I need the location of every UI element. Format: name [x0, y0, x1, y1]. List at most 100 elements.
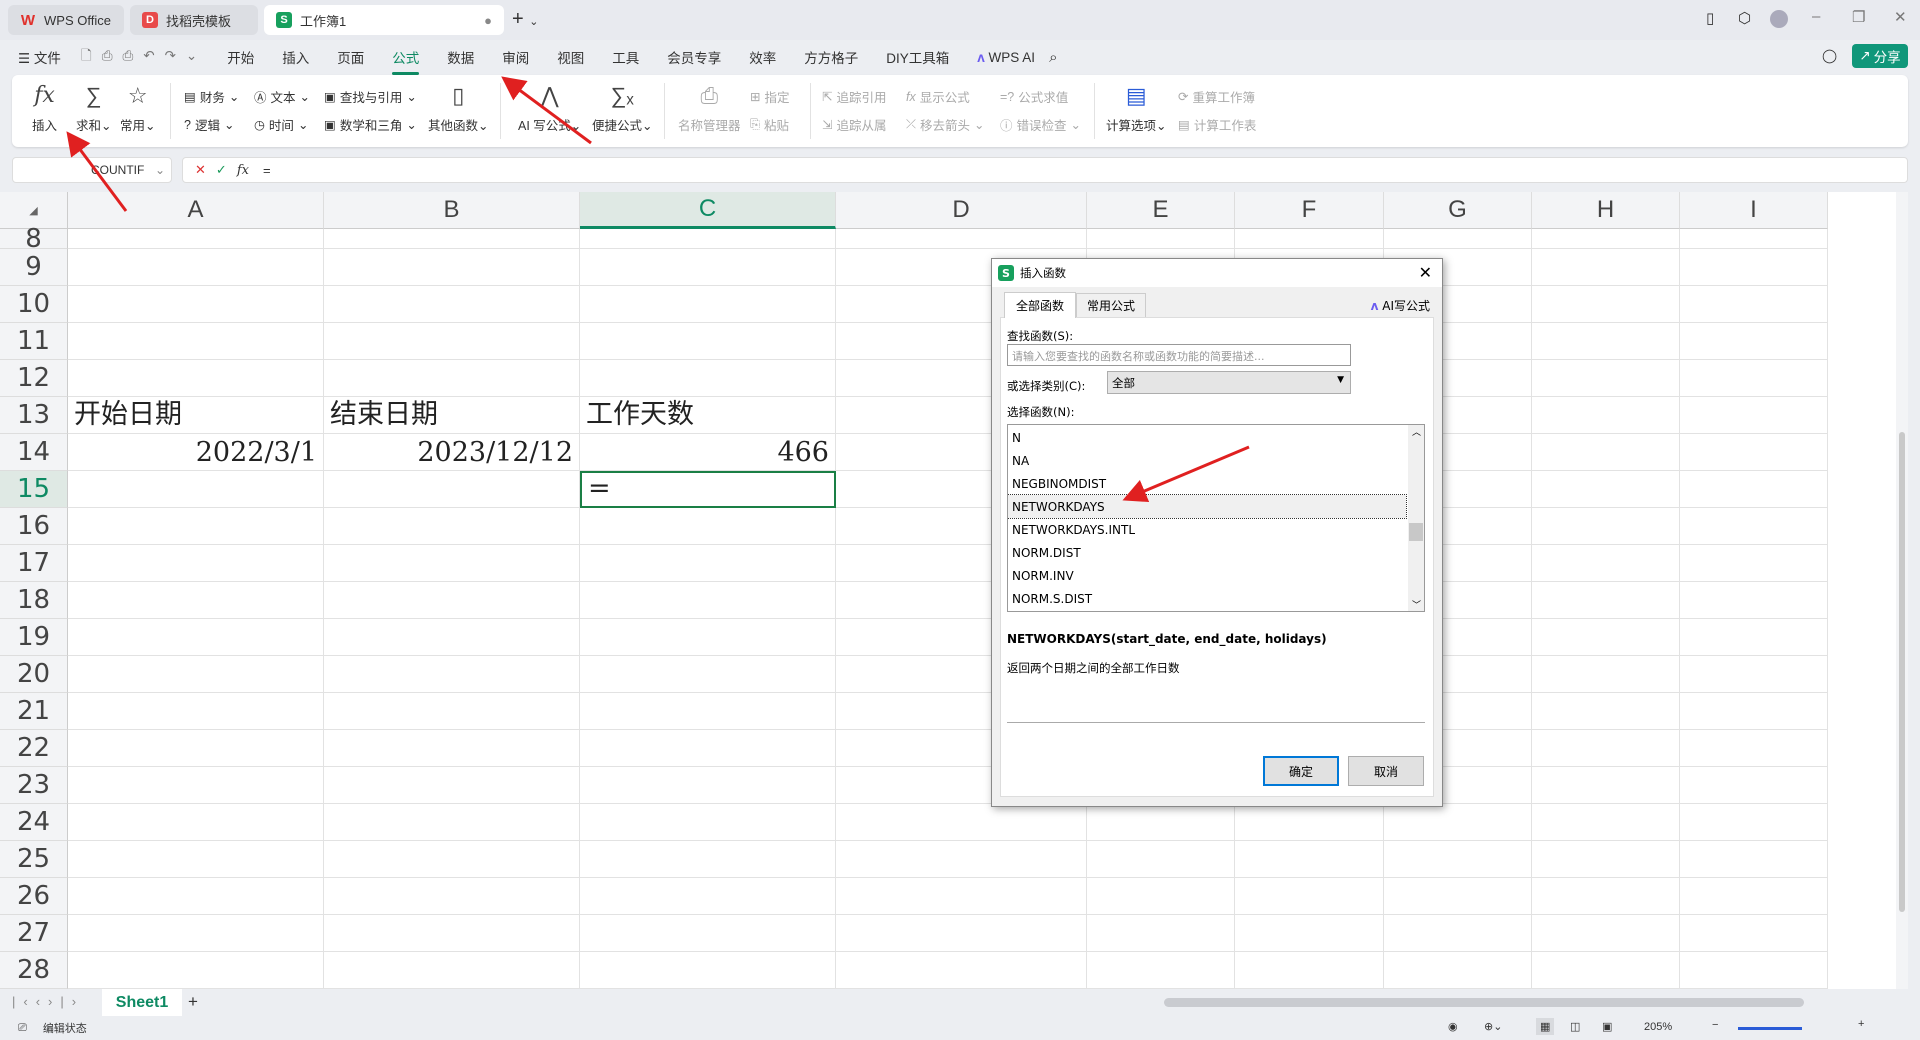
- cell-C21[interactable]: [580, 693, 836, 730]
- insert-function-button[interactable]: fx 插入: [32, 83, 57, 134]
- spreadsheet-grid[interactable]: ◢ A B C D E F G H I 8 9 10 11 12 13 开始日期 结束日期 工作天数 14 2022/…: [0, 192, 1908, 989]
- cell-B28[interactable]: [324, 952, 580, 989]
- chat-icon[interactable]: ◯: [1822, 48, 1837, 64]
- function-list-item[interactable]: NORM.DIST: [1008, 541, 1424, 564]
- cell-H13[interactable]: [1532, 397, 1680, 434]
- cell-I13[interactable]: [1680, 397, 1828, 434]
- row-header-25[interactable]: 25: [0, 841, 68, 878]
- cube-icon[interactable]: ⬡: [1738, 9, 1751, 27]
- cell-B22[interactable]: [324, 730, 580, 767]
- cell-C25[interactable]: [580, 841, 836, 878]
- cell-B24[interactable]: [324, 804, 580, 841]
- cell-I10[interactable]: [1680, 286, 1828, 323]
- cell-H20[interactable]: [1532, 656, 1680, 693]
- cancel-icon[interactable]: ✕: [195, 162, 206, 178]
- row-header-19[interactable]: 19: [0, 619, 68, 656]
- cell-C22[interactable]: [580, 730, 836, 767]
- cell-I26[interactable]: [1680, 878, 1828, 915]
- cell-A27[interactable]: [68, 915, 324, 952]
- cell-I8[interactable]: [1680, 229, 1828, 249]
- ok-button[interactable]: 确定: [1263, 756, 1339, 786]
- cell-I22[interactable]: [1680, 730, 1828, 767]
- column-header-B[interactable]: B: [324, 192, 580, 229]
- row-header-22[interactable]: 22: [0, 730, 68, 767]
- cell-C10[interactable]: [580, 286, 836, 323]
- paste-button[interactable]: ⎘ 粘贴: [750, 115, 789, 134]
- cell-F28[interactable]: [1235, 952, 1384, 989]
- cell-A16[interactable]: [68, 508, 324, 545]
- common-button[interactable]: ☆ 常用⌄: [120, 83, 156, 134]
- cell-I21[interactable]: [1680, 693, 1828, 730]
- menu-tools[interactable]: 工具: [598, 47, 653, 67]
- cell-H17[interactable]: [1532, 545, 1680, 582]
- row-header-24[interactable]: 24: [0, 804, 68, 841]
- cell-A22[interactable]: [68, 730, 324, 767]
- cell-I18[interactable]: [1680, 582, 1828, 619]
- calc-sheet-button[interactable]: ▤ 计算工作表: [1178, 115, 1256, 134]
- sum-button[interactable]: ∑ 求和⌄: [76, 83, 112, 134]
- cell-I25[interactable]: [1680, 841, 1828, 878]
- column-header-H[interactable]: H: [1532, 192, 1680, 229]
- menu-insert[interactable]: 插入: [268, 47, 323, 67]
- cell-B26[interactable]: [324, 878, 580, 915]
- show-formula-button[interactable]: fx 显示公式: [906, 87, 970, 106]
- menu-file[interactable]: ☰ 文件: [0, 47, 75, 67]
- text-button[interactable]: Ⓐ 文本 ⌄: [254, 87, 310, 106]
- formula-input[interactable]: =: [263, 163, 271, 178]
- menu-formula[interactable]: 公式: [378, 47, 433, 75]
- normal-view-icon[interactable]: ▦: [1536, 1018, 1555, 1035]
- tab-common-formulas[interactable]: 常用公式: [1076, 293, 1146, 317]
- cell-A24[interactable]: [68, 804, 324, 841]
- lookup-button[interactable]: ▣ 查找与引用 ⌄: [324, 87, 417, 106]
- cell-C14[interactable]: 466: [580, 434, 836, 471]
- row-header-9[interactable]: 9: [0, 249, 68, 286]
- cell-A21[interactable]: [68, 693, 324, 730]
- cell-B14[interactable]: 2023/12/12: [324, 434, 580, 471]
- cell-H23[interactable]: [1532, 767, 1680, 804]
- cell-C28[interactable]: [580, 952, 836, 989]
- cell-I23[interactable]: [1680, 767, 1828, 804]
- cell-C18[interactable]: [580, 582, 836, 619]
- function-search-input[interactable]: 请输入您要查找的函数名称或函数功能的简要描述...: [1007, 344, 1351, 366]
- dialog-close-icon[interactable]: ✕: [1419, 263, 1432, 282]
- cell-A26[interactable]: [68, 878, 324, 915]
- cell-A9[interactable]: [68, 249, 324, 286]
- row-header-28[interactable]: 28: [0, 952, 68, 989]
- cell-H14[interactable]: [1532, 434, 1680, 471]
- error-check-button[interactable]: ⓘ 错误检查 ⌄: [1000, 115, 1081, 134]
- focus-icon[interactable]: ⊕⌄: [1484, 1020, 1502, 1033]
- cell-H28[interactable]: [1532, 952, 1680, 989]
- cell-B27[interactable]: [324, 915, 580, 952]
- tab-templates[interactable]: D 找稻壳模板: [130, 5, 258, 35]
- cell-C20[interactable]: [580, 656, 836, 693]
- cell-C9[interactable]: [580, 249, 836, 286]
- cell-E26[interactable]: [1087, 878, 1235, 915]
- zoom-slider[interactable]: [1738, 1027, 1802, 1030]
- fx-icon[interactable]: fx: [237, 163, 249, 178]
- cell-E25[interactable]: [1087, 841, 1235, 878]
- cell-B9[interactable]: [324, 249, 580, 286]
- column-header-E[interactable]: E: [1087, 192, 1235, 229]
- cell-H10[interactable]: [1532, 286, 1680, 323]
- menu-data[interactable]: 数据: [433, 47, 488, 67]
- tab-workbook[interactable]: S 工作簿1 ●: [264, 5, 504, 35]
- menu-member[interactable]: 会员专享: [653, 47, 735, 67]
- cell-C24[interactable]: [580, 804, 836, 841]
- add-sheet-button[interactable]: +: [188, 992, 198, 1012]
- name-manager-button[interactable]: ⎙ 名称管理器: [678, 83, 741, 134]
- cell-A18[interactable]: [68, 582, 324, 619]
- cell-F24[interactable]: [1235, 804, 1384, 841]
- cell-H12[interactable]: [1532, 360, 1680, 397]
- zoom-in-icon[interactable]: +: [1858, 1018, 1864, 1030]
- cell-H9[interactable]: [1532, 249, 1680, 286]
- cell-B21[interactable]: [324, 693, 580, 730]
- cell-E8[interactable]: [1087, 229, 1235, 249]
- cell-H11[interactable]: [1532, 323, 1680, 360]
- calc-options-button[interactable]: ▤ 计算选项⌄: [1106, 83, 1167, 134]
- cell-A23[interactable]: [68, 767, 324, 804]
- row-header-23[interactable]: 23: [0, 767, 68, 804]
- menu-review[interactable]: 审阅: [488, 47, 543, 67]
- cell-D8[interactable]: [836, 229, 1087, 249]
- evaluate-formula-button[interactable]: =? 公式求值: [1000, 87, 1068, 106]
- cell-D26[interactable]: [836, 878, 1087, 915]
